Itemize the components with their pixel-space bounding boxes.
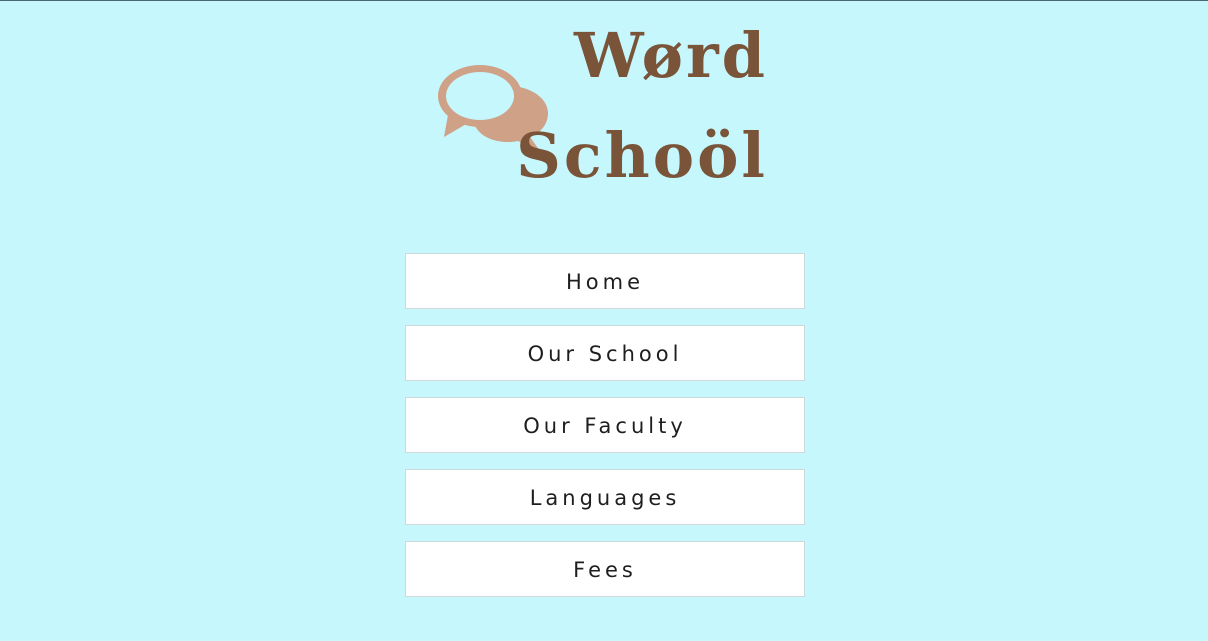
main-navigation: Home Our School Our Faculty Languages Fe… (405, 253, 805, 613)
nav-home-button[interactable]: Home (405, 253, 805, 309)
nav-item-our-school: Our School (405, 325, 805, 381)
logo-word-text: Wørd (574, 19, 768, 92)
nav-item-languages: Languages (405, 469, 805, 525)
nav-fees-button[interactable]: Fees (405, 541, 805, 597)
site-logo: Wørd Schoöl (0, 1, 1208, 201)
nav-our-faculty-button[interactable]: Our Faculty (405, 397, 805, 453)
nav-item-our-faculty: Our Faculty (405, 397, 805, 453)
nav-our-school-button[interactable]: Our School (405, 325, 805, 381)
nav-item-home: Home (405, 253, 805, 309)
nav-item-fees: Fees (405, 541, 805, 597)
nav-languages-button[interactable]: Languages (405, 469, 805, 525)
logo-school-text: Schoöl (516, 119, 768, 192)
